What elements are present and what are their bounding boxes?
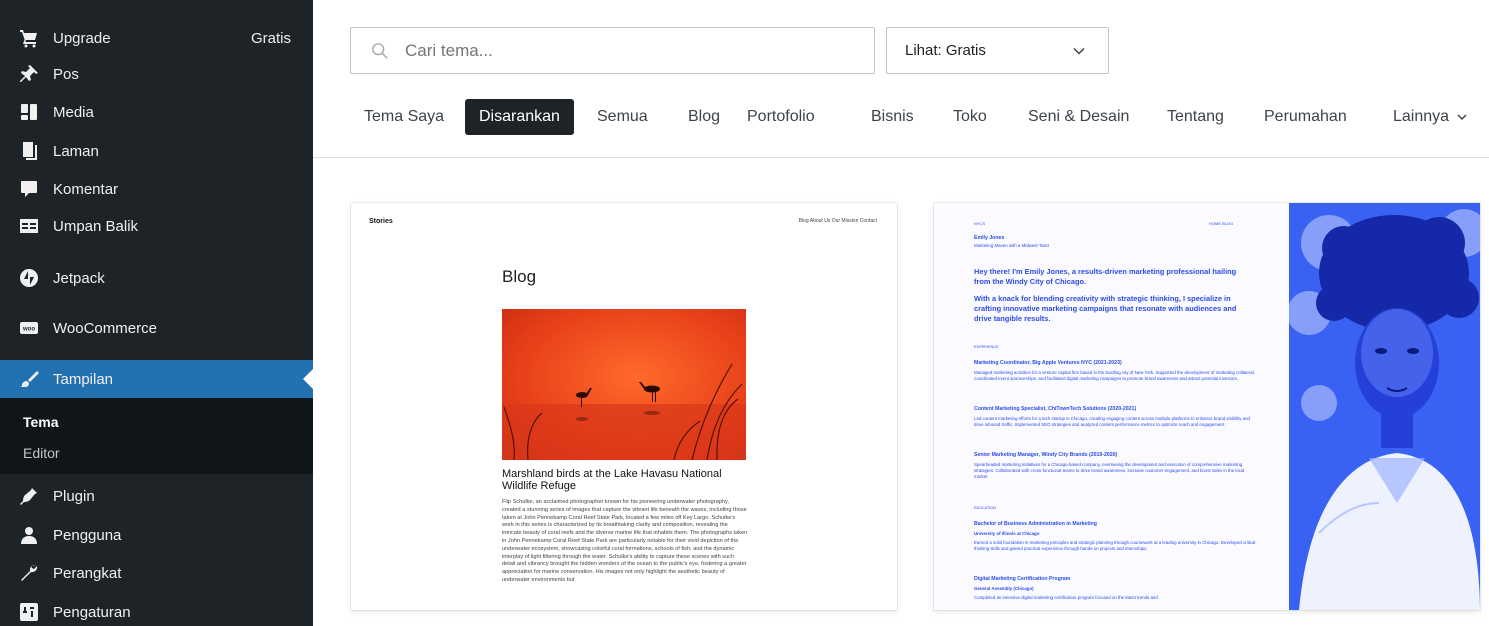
preview-intro-2: With a knack for blending creativity wit…	[974, 294, 1237, 323]
sidebar-item-label: Upgrade	[53, 29, 111, 47]
preview-intro: Hey there! I'm Emily Jones, a results-dr…	[974, 267, 1237, 286]
sidebar-item-label: Pengaturan	[53, 603, 131, 621]
preview-post-body: Flip Schulke, an acclaimed photographer …	[502, 499, 748, 583]
preview-edu-desc: Earned a solid foundation in marketing p…	[974, 540, 1256, 551]
theme-card[interactable]: Stories Blog About Us Our Mission Contac…	[351, 203, 897, 610]
sidebar-item-pos[interactable]: Pos	[0, 57, 313, 91]
preview-name: Emily Jones	[974, 235, 1005, 241]
view-filter-label: Lihat: Gratis	[905, 42, 986, 59]
view-filter-select[interactable]: Lihat: Gratis	[886, 27, 1109, 74]
preview-edu-school: University of Illinois at Chicago	[974, 531, 1040, 536]
preview-job-desc: Managed marketing activities for a ventu…	[974, 370, 1255, 381]
sidebar-item-label: WooCommerce	[53, 319, 157, 337]
sidebar-item-pengguna[interactable]: Pengguna	[0, 518, 313, 552]
sidebar-item-tampilan[interactable]: Tampilan	[0, 360, 313, 398]
tab-seni-desain[interactable]: Seni & Desain	[1028, 99, 1129, 135]
sidebar-item-label: Plugin	[53, 487, 95, 505]
sidebar-item-label: Jetpack	[53, 269, 105, 287]
submenu-item-editor[interactable]: Editor	[23, 445, 60, 461]
sidebar-item-label: Perangkat	[53, 564, 122, 582]
sidebar-item-woocommerce[interactable]: woo WooCommerce	[0, 311, 313, 345]
cart-icon	[19, 28, 39, 48]
tab-toko[interactable]: Toko	[953, 99, 987, 135]
theme-screenshot: NYCS HOME BLOG Emily Jones Marketing Mav…	[934, 203, 1289, 610]
tab-semua[interactable]: Semua	[597, 99, 648, 135]
submenu-item-tema[interactable]: Tema	[23, 414, 59, 430]
tab-disarankan[interactable]: Disarankan	[465, 99, 574, 135]
sidebar-item-label: Tampilan	[53, 370, 114, 388]
appearance-submenu: Tema Editor	[0, 398, 313, 474]
sidebar-item-pengaturan[interactable]: Pengaturan	[0, 595, 313, 626]
preview-edu-title: Digital Marketing Certification Program	[974, 576, 1071, 582]
sidebar-item-laman[interactable]: Laman	[0, 134, 313, 168]
theme-card[interactable]: NYCS HOME BLOG Emily Jones Marketing Mav…	[934, 203, 1480, 610]
brush-icon	[19, 369, 39, 389]
sidebar-item-label: Komentar	[53, 180, 119, 198]
preview-heading: Blog	[502, 267, 537, 286]
chevron-down-icon	[1457, 114, 1467, 121]
feedback-icon	[19, 216, 39, 236]
tab-lainnya[interactable]: Lainnya	[1393, 99, 1468, 135]
sidebar-item-jetpack[interactable]: Jetpack	[0, 261, 313, 295]
preview-edu-desc: Completed an intensive digital marketing…	[974, 595, 1158, 600]
sidebar-item-komentar[interactable]: Komentar	[0, 172, 313, 206]
chevron-down-icon	[1073, 47, 1085, 55]
tab-blog[interactable]: Blog	[688, 99, 720, 135]
preview-portrait-image	[1289, 203, 1480, 610]
sidebar-item-umpan-balik[interactable]: Umpan Balik	[0, 209, 313, 243]
admin-sidebar: Upgrade Gratis Pos Media Laman Komentar …	[0, 0, 313, 626]
woo-icon: woo	[19, 318, 39, 338]
preview-edu-title: Bachelor of Business Administration in M…	[974, 521, 1097, 527]
divider	[313, 157, 1489, 158]
sidebar-item-label: Pos	[53, 65, 79, 83]
page-icon	[19, 141, 39, 161]
tab-perumahan[interactable]: Perumahan	[1264, 99, 1347, 135]
sidebar-item-label: Umpan Balik	[53, 217, 139, 235]
tab-bisnis[interactable]: Bisnis	[871, 99, 914, 135]
comment-icon	[19, 179, 39, 199]
sidebar-item-plugin[interactable]: Plugin	[0, 479, 313, 513]
sidebar-item-perangkat[interactable]: Perangkat	[0, 556, 313, 590]
preview-tag: NYCS	[974, 221, 986, 226]
tab-tema-saya[interactable]: Tema Saya	[364, 99, 444, 135]
search-field[interactable]	[350, 27, 875, 74]
user-icon	[19, 525, 39, 545]
preview-post-title: Marshland birds at the Lake Havasu Natio…	[502, 468, 722, 492]
preview-nav: Blog About Us Our Mission Contact	[798, 218, 877, 224]
preview-job-title: Marketing Coordinator, Big Apple Venture…	[974, 360, 1122, 366]
preview-site-title: Stories	[369, 218, 393, 225]
plugin-icon	[19, 486, 39, 506]
upgrade-badge: Gratis	[250, 29, 291, 47]
preview-experience-label: EXPERIENCE	[974, 345, 999, 349]
tab-lainnya-label: Lainnya	[1393, 108, 1450, 125]
preview-subtitle: Marketing Maven with a Midwest Twist	[974, 243, 1049, 248]
wrench-icon	[19, 563, 39, 583]
settings-icon	[19, 602, 39, 622]
pin-icon	[19, 64, 39, 84]
sidebar-item-upgrade[interactable]: Upgrade Gratis	[0, 21, 313, 55]
preview-bird-image	[502, 309, 746, 460]
jetpack-icon	[19, 268, 39, 288]
preview-education-label: EDUCATION	[974, 506, 997, 510]
preview-nav: HOME BLOG	[1209, 221, 1234, 226]
preview-job-desc: Led content marketing efforts for a tech…	[974, 416, 1250, 427]
theme-category-tabs: Tema Saya Disarankan Semua Blog Portofol…	[350, 99, 1489, 139]
sidebar-item-label: Laman	[53, 142, 99, 160]
search-input[interactable]	[405, 40, 825, 61]
media-icon	[19, 102, 39, 122]
search-icon	[372, 42, 388, 59]
preview-edu-school: General Assembly (Chicago)	[974, 586, 1034, 591]
tab-tentang[interactable]: Tentang	[1167, 99, 1224, 135]
svg-text:woo: woo	[22, 327, 35, 333]
sidebar-item-label: Pengguna	[53, 526, 122, 544]
sidebar-item-media[interactable]: Media	[0, 95, 313, 129]
preview-job-title: Senior Marketing Manager, Windy City Bra…	[974, 452, 1118, 458]
sidebar-item-label: Media	[53, 103, 94, 121]
preview-job-title: Content Marketing Specialist, ChiTownTec…	[974, 406, 1137, 412]
preview-job-desc: Spearheaded marketing initiatives for a …	[974, 462, 1245, 479]
tab-portofolio[interactable]: Portofolio	[747, 99, 815, 135]
